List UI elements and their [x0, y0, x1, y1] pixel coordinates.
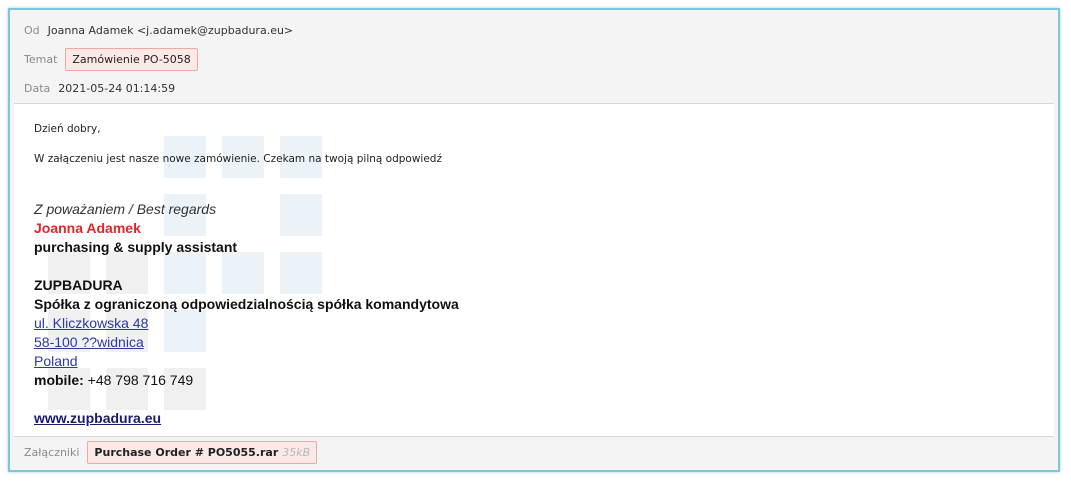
country-link-text[interactable]: Poland: [34, 353, 78, 369]
watermark-tile: [280, 252, 322, 294]
greeting-text: Dzień dobry,: [34, 123, 101, 135]
subject-value: Zamówienie PO-5058: [65, 48, 198, 71]
attachment-item[interactable]: Purchase Order # PO5055.rar 35kB: [87, 441, 318, 464]
signature-role: purchasing & supply assistant: [34, 239, 238, 255]
signature-regards: Z poważaniem / Best regards: [34, 201, 217, 217]
signature-company: ZUPBADURA: [34, 277, 123, 293]
from-label: Od: [24, 24, 40, 37]
attachments-row: Załączniki Purchase Order # PO5055.rar 3…: [24, 441, 318, 464]
website-link-text[interactable]: www.zupbadura.eu: [34, 410, 161, 426]
date-value: 2021-05-24 01:14:59: [58, 82, 176, 95]
signature-mobile: mobile: +48 798 716 749: [34, 372, 193, 388]
from-value[interactable]: Joanna Adamek <j.adamek@zupbadura.eu>: [48, 24, 294, 37]
city-link-text[interactable]: 58-100 ??widnica: [34, 334, 144, 350]
signature-street-link[interactable]: ul. Kliczkowska 48: [34, 315, 148, 331]
mobile-label: mobile:: [34, 372, 84, 388]
message-body: Dzień dobry, W załączeniu jest nasze now…: [14, 103, 1054, 437]
watermark-tile: [222, 252, 264, 294]
email-viewer: Od Joanna Adamek <j.adamek@zupbadura.eu>…: [8, 8, 1060, 472]
mobile-value: +48 798 716 749: [83, 372, 194, 388]
watermark-tile: [280, 194, 322, 236]
date-row: Data 2021-05-24 01:14:59: [24, 82, 175, 95]
signature-country-link[interactable]: Poland: [34, 353, 78, 369]
signature-company-full: Spółka z ograniczoną odpowiedzialnością …: [34, 296, 459, 312]
message-text: W załączeniu jest nasze nowe zamówienie.…: [34, 153, 442, 165]
subject-label: Temat: [24, 53, 58, 66]
attachment-size: 35kB: [282, 446, 311, 459]
street-link-text[interactable]: ul. Kliczkowska 48: [34, 315, 148, 331]
signature-website-link[interactable]: www.zupbadura.eu: [34, 410, 161, 426]
signature-name: Joanna Adamek: [34, 220, 141, 236]
signature-city-link[interactable]: 58-100 ??widnica: [34, 334, 144, 350]
date-label: Data: [24, 82, 51, 95]
watermark-tile: [164, 310, 206, 352]
watermark-tile: [164, 252, 206, 294]
attachment-name[interactable]: Purchase Order # PO5055.rar: [94, 446, 278, 459]
attachments-label: Załączniki: [24, 446, 80, 459]
from-row: Od Joanna Adamek <j.adamek@zupbadura.eu>: [24, 24, 293, 37]
subject-row: Temat Zamówienie PO-5058: [24, 48, 198, 71]
